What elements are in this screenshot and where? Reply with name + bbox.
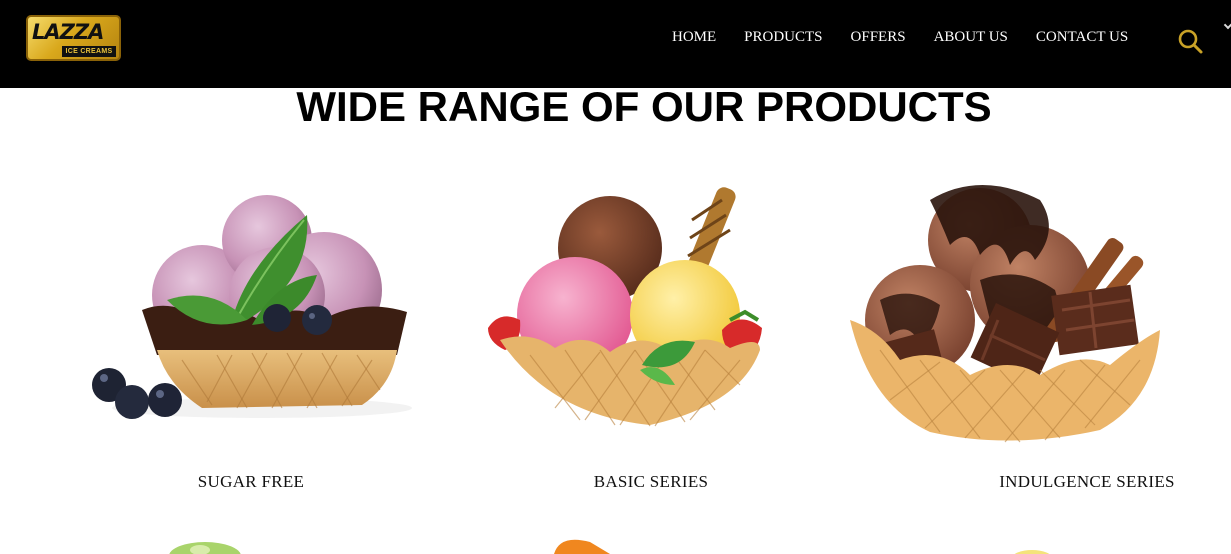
search-icon[interactable] — [1176, 27, 1204, 55]
product-label-sugar-free[interactable]: SUGAR FREE — [81, 471, 421, 493]
logo-subtitle: ICE CREAMS — [62, 46, 116, 57]
site-header: LAZZA ICE CREAMS HOME PRODUCTS OFFERS AB… — [0, 0, 1231, 88]
chevron-icon — [1223, 20, 1231, 30]
product-label-indulgence-series[interactable]: INDULGENCE SERIES — [917, 471, 1231, 493]
next-row-product-image — [550, 530, 630, 554]
sugar-free-ice-cream-image[interactable] — [62, 170, 442, 450]
basic-series-ice-cream-image[interactable] — [460, 170, 840, 450]
logo-wordmark: LAZZA — [32, 20, 104, 44]
page-title: WIDE RANGE OF OUR PRODUCTS — [296, 83, 992, 130]
next-row-product-image — [160, 530, 270, 554]
product-label-basic-series[interactable]: BASIC SERIES — [481, 471, 821, 493]
nav-offers[interactable]: OFFERS — [851, 27, 906, 47]
nav-products[interactable]: PRODUCTS — [744, 27, 822, 47]
nav-contact-us[interactable]: CONTACT US — [1036, 27, 1128, 47]
next-row-product-image — [1000, 530, 1060, 554]
brand-logo[interactable]: LAZZA ICE CREAMS — [26, 15, 121, 61]
nav-about-us[interactable]: ABOUT US — [934, 27, 1008, 47]
indulgence-series-ice-cream-image[interactable] — [830, 170, 1210, 450]
main-nav: HOME PRODUCTS OFFERS ABOUT US CONTACT US — [672, 27, 1128, 47]
nav-home[interactable]: HOME — [672, 27, 716, 47]
